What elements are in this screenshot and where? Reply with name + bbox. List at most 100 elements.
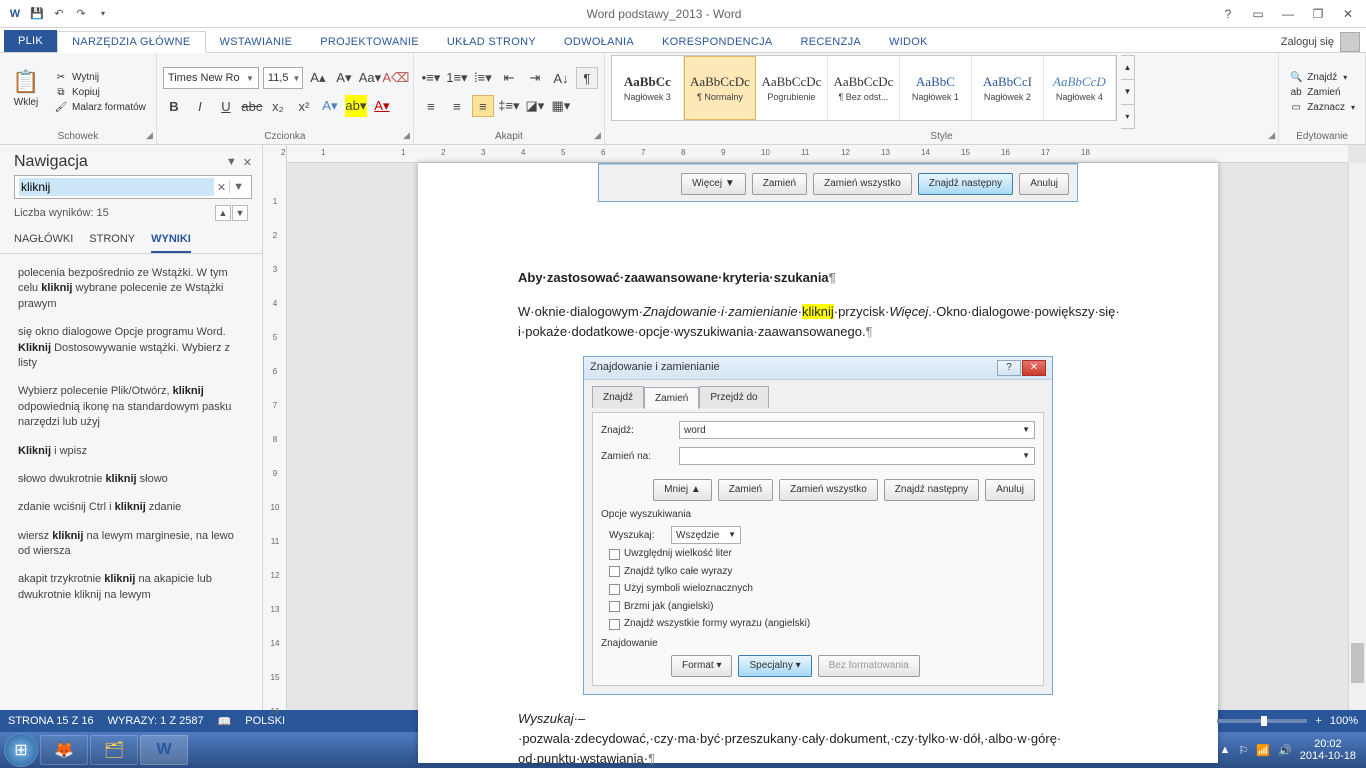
- ribbon-opts-icon[interactable]: ▭: [1244, 4, 1272, 24]
- inc-indent-button[interactable]: ⇥: [524, 67, 546, 89]
- gallery-more-icon[interactable]: ▾: [1121, 104, 1134, 128]
- sort-button[interactable]: A↓: [550, 67, 572, 89]
- prev-result-button[interactable]: ▲: [215, 205, 231, 221]
- tab-view[interactable]: WIDOK: [875, 32, 942, 52]
- clear-search-icon[interactable]: ✕: [214, 181, 229, 194]
- clear-format-button[interactable]: A⌫: [385, 67, 407, 89]
- zoom-in-button[interactable]: +: [1315, 715, 1321, 727]
- close-icon[interactable]: ✕: [1334, 4, 1362, 24]
- format-painter-button[interactable]: 🖌Malarz formatów: [50, 101, 150, 114]
- align-justify-button[interactable]: ≡: [472, 95, 494, 117]
- paste-button[interactable]: 📋 Wklej: [6, 55, 46, 121]
- status-lang[interactable]: POLSKI: [245, 715, 285, 727]
- style-item[interactable]: AaBbCcNagłówek 3: [612, 56, 684, 120]
- tab-references[interactable]: ODWOŁANIA: [550, 32, 648, 52]
- change-case-button[interactable]: Aa▾: [359, 67, 381, 89]
- tab-review[interactable]: RECENZJA: [787, 32, 875, 52]
- document-page[interactable]: Więcej ▼ Zamień Zamień wszystko Znajdź n…: [418, 163, 1218, 763]
- replace-button[interactable]: abZamień: [1285, 86, 1359, 99]
- next-result-button[interactable]: ▼: [232, 205, 248, 221]
- find-button[interactable]: 🔍Znajdź▾: [1285, 71, 1359, 84]
- zoom-level[interactable]: 100%: [1330, 715, 1358, 727]
- dec-indent-button[interactable]: ⇤: [498, 67, 520, 89]
- subscript-button[interactable]: x₂: [267, 95, 289, 117]
- status-page[interactable]: STRONA 15 Z 16: [8, 715, 94, 727]
- copy-button[interactable]: ⧉Kopiuj: [50, 86, 150, 99]
- nav-result-item[interactable]: akapit trzykrotnie kliknij na akapicie l…: [14, 566, 248, 610]
- tray-sound-icon[interactable]: 🔊: [1278, 744, 1292, 757]
- nav-result-item[interactable]: polecenia bezpośrednio ze Wstążki. W tym…: [14, 260, 248, 319]
- text-effects-button[interactable]: A▾: [319, 95, 341, 117]
- nav-result-item[interactable]: Kliknij i wpisz: [14, 438, 248, 466]
- nav-tab-headings[interactable]: NAGŁÓWKI: [14, 227, 73, 253]
- shrink-font-button[interactable]: A▾: [333, 67, 355, 89]
- search-options-icon[interactable]: ▼: [229, 181, 247, 193]
- line-spacing-button[interactable]: ‡≡▾: [498, 95, 520, 117]
- numbering-button[interactable]: 1≡▾: [446, 67, 468, 89]
- nav-menu-icon[interactable]: ▼: [226, 156, 237, 169]
- start-button[interactable]: ⊞: [4, 733, 38, 767]
- bullets-button[interactable]: •≡▾: [420, 67, 442, 89]
- qat-more-icon[interactable]: ▾: [94, 5, 112, 23]
- style-item[interactable]: AaBbCNagłówek 1: [900, 56, 972, 120]
- tab-insert[interactable]: WSTAWIANIE: [206, 32, 307, 52]
- taskbar-firefox[interactable]: 🦊: [40, 735, 88, 765]
- nav-search-input[interactable]: [19, 178, 214, 196]
- shading-button[interactable]: ◪▾: [524, 95, 546, 117]
- nav-tab-results[interactable]: WYNIKI: [151, 227, 191, 253]
- dialog-launcher-icon[interactable]: ◢: [146, 130, 153, 141]
- help-icon[interactable]: ?: [1214, 4, 1242, 24]
- avatar-icon[interactable]: [1340, 32, 1360, 52]
- tray-network-icon[interactable]: 📶: [1256, 744, 1270, 757]
- underline-button[interactable]: U: [215, 95, 237, 117]
- nav-search-box[interactable]: ✕ ▼: [14, 175, 252, 199]
- superscript-button[interactable]: x²: [293, 95, 315, 117]
- gallery-down-icon[interactable]: ▼: [1121, 79, 1134, 103]
- style-item[interactable]: AaBbCcDNagłówek 4: [1044, 56, 1116, 120]
- styles-gallery[interactable]: AaBbCcNagłówek 3AaBbCcDc¶ NormalnyAaBbCc…: [611, 55, 1117, 121]
- multilevel-button[interactable]: ⁞≡▾: [472, 67, 494, 89]
- font-color-button[interactable]: A▾: [371, 95, 393, 117]
- tray-up-icon[interactable]: ▲: [1220, 744, 1231, 756]
- align-left-button[interactable]: ≡: [420, 95, 442, 117]
- redo-icon[interactable]: ↷: [72, 5, 90, 23]
- style-item[interactable]: AaBbCcDc¶ Bez odst...: [828, 56, 900, 120]
- tab-layout[interactable]: UKŁAD STRONY: [433, 32, 550, 52]
- taskbar-word[interactable]: W: [140, 735, 188, 765]
- tab-mailings[interactable]: KORESPONDENCJA: [648, 32, 787, 52]
- strike-button[interactable]: abc: [241, 95, 263, 117]
- vertical-scrollbar[interactable]: [1348, 163, 1366, 710]
- style-item[interactable]: AaBbCcINagłówek 2: [972, 56, 1044, 120]
- tab-home[interactable]: NARZĘDZIA GŁÓWNE: [57, 31, 205, 53]
- dialog-launcher-icon[interactable]: ◢: [594, 130, 601, 141]
- cut-button[interactable]: ✂Wytnij: [50, 71, 150, 84]
- style-item[interactable]: AaBbCcDc¶ Normalny: [684, 56, 756, 120]
- tray-flag-icon[interactable]: ⚐: [1238, 744, 1248, 757]
- dialog-launcher-icon[interactable]: ◢: [1268, 130, 1275, 141]
- gallery-up-icon[interactable]: ▲: [1121, 56, 1134, 79]
- save-icon[interactable]: 💾: [28, 5, 46, 23]
- font-name-select[interactable]: Times New Ro▼: [163, 67, 259, 89]
- select-button[interactable]: ▭Zaznacz▾: [1285, 101, 1359, 114]
- undo-icon[interactable]: ↶: [50, 5, 68, 23]
- minimize-icon[interactable]: —: [1274, 4, 1302, 24]
- taskbar-explorer[interactable]: 🗂: [90, 735, 138, 765]
- status-proofing-icon[interactable]: 📖: [218, 715, 232, 728]
- tab-file[interactable]: PLIK: [4, 30, 57, 52]
- show-marks-button[interactable]: ¶: [576, 67, 598, 89]
- bold-button[interactable]: B: [163, 95, 185, 117]
- borders-button[interactable]: ▦▾: [550, 95, 572, 117]
- nav-close-icon[interactable]: ✕: [243, 156, 252, 169]
- nav-result-item[interactable]: wiersz kliknij na lewym marginesie, na l…: [14, 523, 248, 567]
- zoom-slider[interactable]: [1217, 719, 1307, 723]
- tray-clock[interactable]: 20:02 2014-10-18: [1300, 738, 1356, 762]
- nav-result-item[interactable]: się okno dialogowe Opcje programu Word. …: [14, 319, 248, 378]
- tab-design[interactable]: PROJEKTOWANIE: [306, 32, 433, 52]
- status-words[interactable]: WYRAZY: 1 Z 2587: [108, 715, 204, 727]
- style-item[interactable]: AaBbCcDcPogrubienie: [756, 56, 828, 120]
- dialog-launcher-icon[interactable]: ◢: [403, 130, 410, 141]
- highlight-button[interactable]: ab▾: [345, 95, 367, 117]
- login-link[interactable]: Zaloguj się: [1281, 36, 1334, 48]
- nav-tab-pages[interactable]: STRONY: [89, 227, 135, 253]
- grow-font-button[interactable]: A▴: [307, 67, 329, 89]
